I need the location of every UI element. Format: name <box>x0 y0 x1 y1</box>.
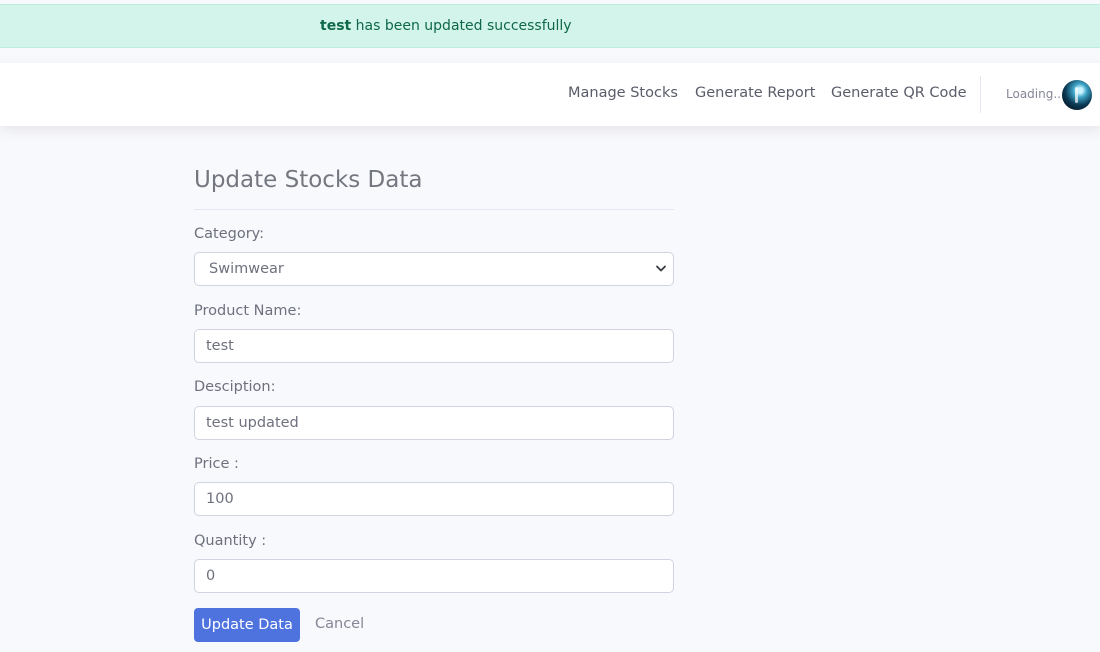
category-value: Swimwear <box>209 261 284 277</box>
user-name[interactable]: Loading... <box>1006 87 1065 101</box>
nav-generate-report[interactable]: Generate Report <box>695 85 815 101</box>
nav-generate-qr-code[interactable]: Generate QR Code <box>831 85 967 101</box>
product-name-input[interactable]: test <box>194 329 674 363</box>
price-input[interactable]: 100 <box>194 482 674 516</box>
update-data-button[interactable]: Update Data <box>194 608 300 642</box>
description-label: Desciption: <box>194 379 276 395</box>
product-name-label: Product Name: <box>194 303 302 319</box>
title-divider <box>194 209 674 210</box>
nav-manage-stocks[interactable]: Manage Stocks <box>568 85 678 101</box>
description-input[interactable]: test updated <box>194 406 674 440</box>
success-alert: test has been updated successfully <box>0 4 1100 48</box>
quantity-input[interactable]: 0 <box>194 559 674 593</box>
category-select[interactable]: Swimwear <box>194 252 674 286</box>
category-label: Category: <box>194 226 265 242</box>
page-title: Update Stocks Data <box>194 167 423 193</box>
topbar: Manage Stocks Generate Report Generate Q… <box>0 63 1100 126</box>
alert-text: has been updated successfully <box>351 18 572 34</box>
quantity-label: Quantity : <box>194 533 267 549</box>
alert-item-name: test <box>320 18 352 34</box>
chevron-down-icon <box>656 265 666 272</box>
price-label: Price : <box>194 456 239 472</box>
cancel-button[interactable]: Cancel <box>315 616 364 632</box>
avatar[interactable] <box>1062 80 1092 110</box>
topbar-divider <box>980 76 981 113</box>
alert-message: test has been updated successfully <box>320 18 572 34</box>
